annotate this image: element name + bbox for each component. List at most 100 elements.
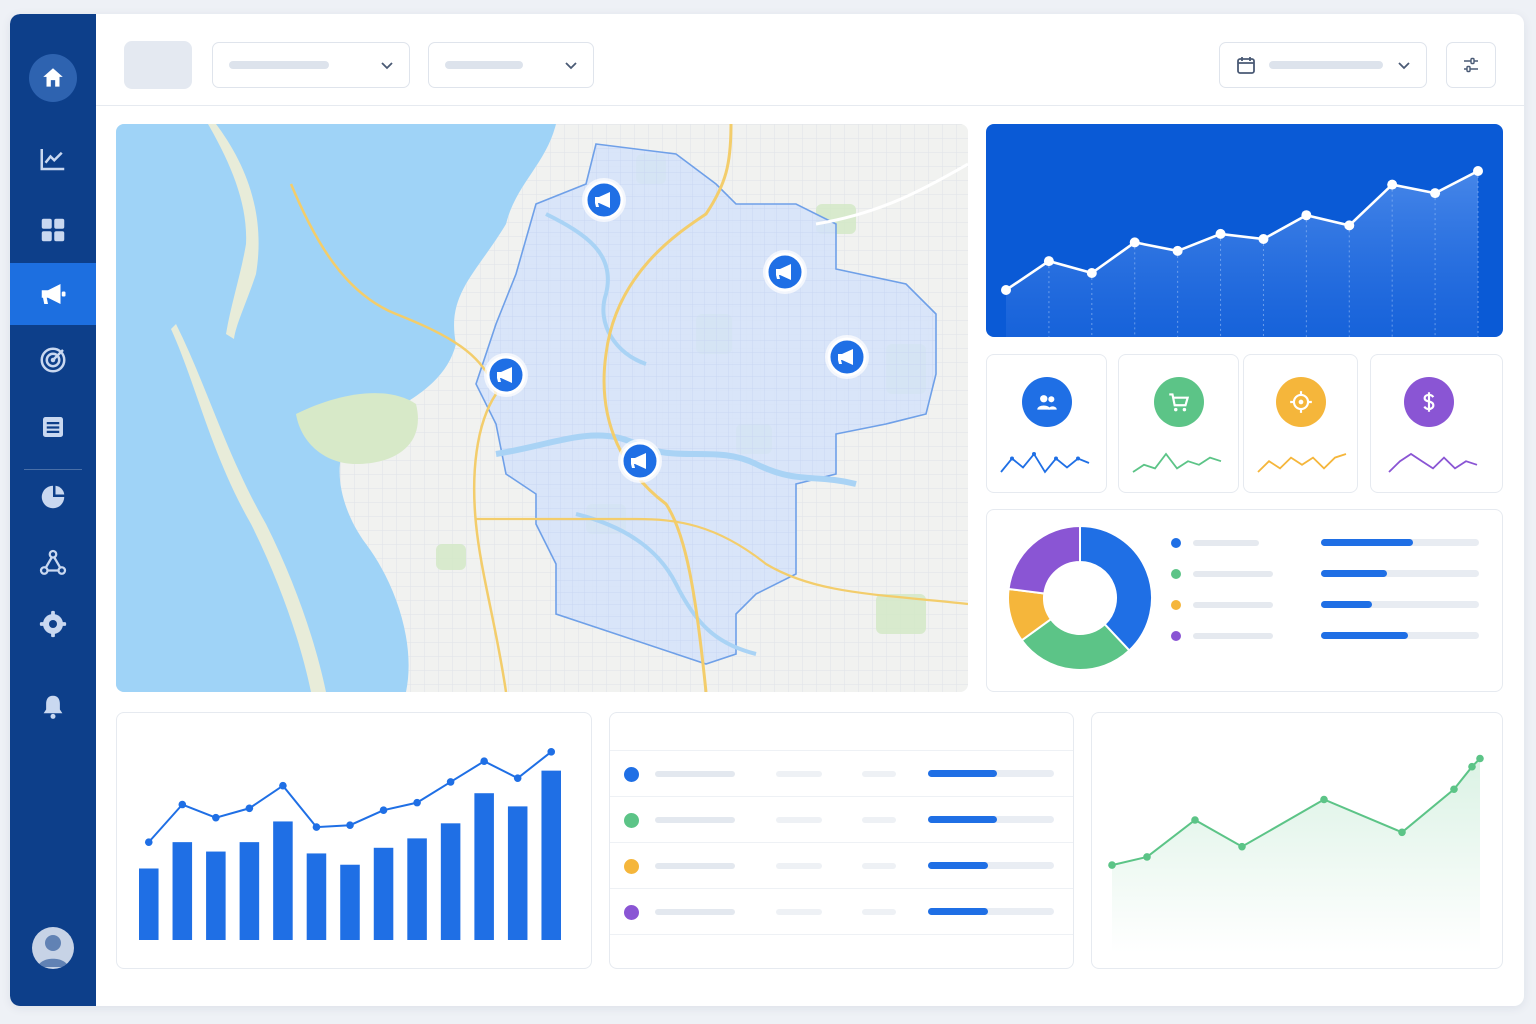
sidebar-item-home[interactable] xyxy=(10,47,96,109)
trend-point xyxy=(346,821,354,830)
legend-item[interactable] xyxy=(1171,629,1481,643)
kpi-card-audience[interactable] xyxy=(986,354,1107,493)
campaign-map[interactable] xyxy=(116,124,968,692)
trend-point xyxy=(513,774,522,782)
map-marker[interactable] xyxy=(582,178,626,222)
map-marker[interactable] xyxy=(484,353,528,397)
trend-point xyxy=(379,806,388,814)
legend-progress-fill xyxy=(1321,539,1413,546)
area-point xyxy=(1468,762,1476,771)
table-row[interactable] xyxy=(610,843,1073,889)
top-bar xyxy=(96,14,1524,106)
row-progress-track xyxy=(928,862,1054,869)
dollar-icon xyxy=(1404,377,1454,427)
legend-progress-track xyxy=(1321,601,1479,608)
sparkline-point xyxy=(1054,456,1058,461)
sidebar-item-network[interactable] xyxy=(10,532,96,594)
area-point xyxy=(1476,754,1484,763)
bar xyxy=(172,842,193,940)
trend-point xyxy=(245,804,254,813)
sidebar-item-notifications[interactable] xyxy=(10,676,96,738)
kpi-sparkline xyxy=(1388,452,1478,473)
trend-point xyxy=(1387,179,1398,190)
report-icon xyxy=(43,417,63,437)
row-name-placeholder xyxy=(655,771,735,777)
kpi-card-revenue[interactable] xyxy=(1370,354,1503,493)
area-chart-card[interactable] xyxy=(1091,712,1503,969)
bar-line-chart-card[interactable] xyxy=(116,712,592,969)
trend-point xyxy=(312,823,321,831)
sparkline-point xyxy=(1032,452,1036,456)
row-metric-placeholder xyxy=(862,909,896,915)
bar xyxy=(206,851,226,940)
row-name-placeholder xyxy=(655,863,735,869)
chevron-down-icon xyxy=(565,62,577,70)
bar xyxy=(239,842,260,940)
legend-item[interactable] xyxy=(1171,598,1481,612)
sidebar-item-targeting[interactable] xyxy=(10,329,96,391)
trend-point xyxy=(1258,234,1269,244)
table-row[interactable] xyxy=(610,751,1073,797)
date-range-value xyxy=(1269,61,1383,69)
row-progress-track xyxy=(928,770,1054,777)
chevron-down-icon xyxy=(1398,62,1410,70)
row-status-dot xyxy=(624,767,639,782)
trend-point xyxy=(144,838,153,846)
trend-point xyxy=(1043,256,1054,267)
row-metric-placeholder xyxy=(776,771,822,777)
legend-label-placeholder xyxy=(1193,633,1273,639)
sidebar-item-campaigns[interactable] xyxy=(10,263,96,325)
filter-dropdown-2[interactable] xyxy=(428,42,594,88)
legend-progress-fill xyxy=(1321,570,1388,577)
table-row[interactable] xyxy=(610,797,1073,843)
kpi-card-conversions[interactable] xyxy=(1118,354,1239,493)
area-fill xyxy=(1112,758,1480,953)
trend-point xyxy=(1172,245,1183,256)
legend-dot xyxy=(1171,569,1181,579)
map-marker[interactable] xyxy=(825,335,869,379)
target-icon xyxy=(40,347,66,373)
filter-dropdown-1[interactable] xyxy=(212,42,410,88)
bar xyxy=(273,821,293,940)
performance-trend-chart[interactable] xyxy=(986,124,1503,337)
sidebar-item-dashboard[interactable] xyxy=(10,199,96,261)
map-marker[interactable] xyxy=(618,439,662,483)
row-progress-fill xyxy=(928,816,998,823)
campaign-table-card[interactable] xyxy=(609,712,1074,969)
bar xyxy=(306,853,327,940)
bar xyxy=(440,823,461,940)
trend-point xyxy=(279,781,287,790)
bar xyxy=(139,868,159,940)
trend-point xyxy=(212,813,220,822)
row-progress-fill xyxy=(928,862,989,869)
area-point xyxy=(1320,795,1328,804)
row-progress-fill xyxy=(928,908,989,915)
performance-trend-svg xyxy=(1001,166,1483,337)
row-progress-track xyxy=(928,816,1054,823)
kpi-card-reach[interactable] xyxy=(1243,354,1358,493)
donut-slice xyxy=(1007,524,1081,595)
filter-1-value xyxy=(229,61,329,69)
pie-chart-icon xyxy=(41,485,65,509)
target-icon xyxy=(1276,377,1326,427)
legend-item[interactable] xyxy=(1171,536,1481,550)
sidebar-item-reports[interactable] xyxy=(10,396,96,458)
area-point xyxy=(1450,785,1458,794)
table-row[interactable] xyxy=(610,889,1073,935)
sidebar-item-breakdown[interactable] xyxy=(10,466,96,528)
sidebar-item-settings[interactable] xyxy=(10,593,96,655)
home-icon xyxy=(29,54,77,102)
date-range-picker[interactable] xyxy=(1219,42,1427,88)
cart-icon xyxy=(1154,377,1204,427)
sidebar-item-analytics[interactable] xyxy=(10,128,96,190)
bar xyxy=(507,806,528,940)
legend-item[interactable] xyxy=(1171,567,1481,581)
sidebar xyxy=(10,14,96,1006)
user-avatar-icon[interactable] xyxy=(32,927,74,969)
channel-breakdown-card[interactable] xyxy=(986,509,1503,692)
filter-settings-button[interactable] xyxy=(1446,42,1496,88)
trend-point xyxy=(1215,228,1226,239)
row-progress-fill xyxy=(928,770,998,777)
map-marker[interactable] xyxy=(763,250,807,294)
legend-dot xyxy=(1171,600,1181,610)
